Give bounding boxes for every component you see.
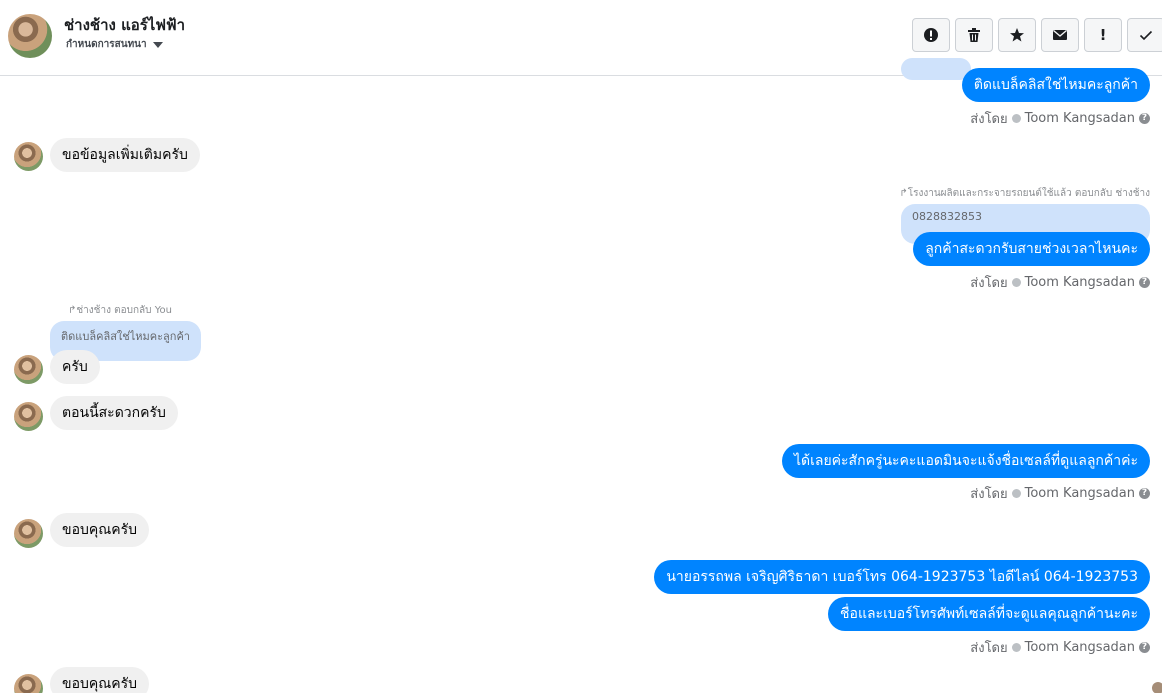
conversation-schedule-dropdown[interactable]: กำหนดการสนทนา [66, 37, 163, 52]
trash-icon [968, 28, 980, 42]
check-icon [1139, 30, 1153, 41]
sent-by-line: ส่งโดย Toom Kangsadan ? [970, 483, 1150, 504]
incoming-message[interactable]: ตอนนี้สะดวกครับ [50, 396, 178, 430]
help-icon[interactable]: ? [1139, 488, 1150, 499]
sent-by-line: ส่งโดย Toom Kangsadan ? [970, 637, 1150, 658]
reply-note-text: โรงงานผลิตและกระจายรถยนต์ใช้แล้ว ตอบกลับ… [907, 188, 1150, 199]
contact-avatar[interactable] [8, 14, 52, 58]
sender-avatar-icon [1011, 643, 1021, 652]
conversation-header: ช่างช้าง แอร์ไฟฟ้า กำหนดการสนทนา ! [0, 0, 1162, 76]
help-icon[interactable]: ? [1139, 277, 1150, 288]
quoted-message-fragment [901, 58, 971, 80]
outgoing-message[interactable]: ได้เลยค่ะสักครู่นะคะแอดมินจะแจ้งชื่อเซลล… [781, 444, 1150, 478]
seen-avatar [1152, 682, 1162, 693]
incoming-message[interactable]: ขอบคุณครับ [50, 667, 149, 693]
mail-icon [1053, 29, 1067, 40]
contact-avatar-small[interactable] [14, 674, 43, 693]
toolbar: ! [912, 18, 1162, 52]
delete-button[interactable] [955, 18, 993, 52]
sender-name[interactable]: Toom Kangsadan [1025, 275, 1135, 290]
contact-avatar-small[interactable] [14, 402, 43, 431]
sent-by-label: ส่งโดย [970, 487, 1008, 502]
sent-by-label: ส่งโดย [970, 276, 1008, 291]
sent-by-line: ส่งโดย Toom Kangsadan ? [970, 272, 1150, 293]
outgoing-message[interactable]: ติดแบล็คลิสใช่ไหมคะลูกค้า [961, 68, 1150, 102]
outgoing-message[interactable]: ชื่อและเบอร์โทรศัพท์เซลล์ที่จะดูแลคุณลูก… [828, 597, 1150, 631]
sender-avatar-icon [1011, 278, 1021, 287]
mail-button[interactable] [1041, 18, 1079, 52]
star-button[interactable] [998, 18, 1036, 52]
sent-by-label: ส่งโดย [970, 641, 1008, 656]
help-icon[interactable]: ? [1139, 113, 1150, 124]
sender-avatar-icon [1011, 114, 1021, 123]
outgoing-message[interactable]: ลูกค้าสะดวกรับสายช่วงเวลาไหนคะ [913, 232, 1150, 266]
incoming-message[interactable]: ขอบคุณครับ [50, 513, 149, 547]
reply-arrow-icon: ↱ [899, 188, 908, 199]
alert-icon [924, 28, 938, 42]
sender-avatar-icon [1011, 489, 1021, 498]
caret-down-icon [152, 41, 163, 48]
sent-by-label: ส่งโดย [970, 112, 1008, 127]
mark-done-button[interactable] [1127, 18, 1162, 52]
help-icon[interactable]: ? [1139, 642, 1150, 653]
star-icon [1010, 28, 1024, 42]
alert-button[interactable] [912, 18, 950, 52]
exclamation-icon: ! [1099, 26, 1107, 44]
sender-name[interactable]: Toom Kangsadan [1025, 486, 1135, 501]
incoming-message[interactable]: ครับ [50, 350, 100, 384]
conversation-schedule-label: กำหนดการสนทนา [66, 39, 147, 50]
contact-avatar-small[interactable] [14, 519, 43, 548]
contact-avatar-small[interactable] [14, 355, 43, 384]
reply-note: ↱โรงงานผลิตและกระจายรถยนต์ใช้แล้ว ตอบกลั… [899, 186, 1150, 201]
incoming-message[interactable]: ขอข้อมูลเพิ่มเติมครับ [50, 138, 200, 172]
reply-note-text: ช่างช้าง ตอบกลับ You [76, 305, 172, 316]
reply-note: ↱ช่างช้าง ตอบกลับ You [68, 303, 172, 318]
sent-by-line: ส่งโดย Toom Kangsadan ? [970, 108, 1150, 129]
contact-name[interactable]: ช่างช้าง แอร์ไฟฟ้า [64, 13, 185, 37]
outgoing-message[interactable]: นายอรรถพล เจริญศิริธาดา เบอร์โทร 064-192… [654, 560, 1150, 594]
contact-avatar-small[interactable] [14, 142, 43, 171]
sender-name[interactable]: Toom Kangsadan [1025, 111, 1135, 126]
mark-important-button[interactable]: ! [1084, 18, 1122, 52]
sender-name[interactable]: Toom Kangsadan [1025, 640, 1135, 655]
